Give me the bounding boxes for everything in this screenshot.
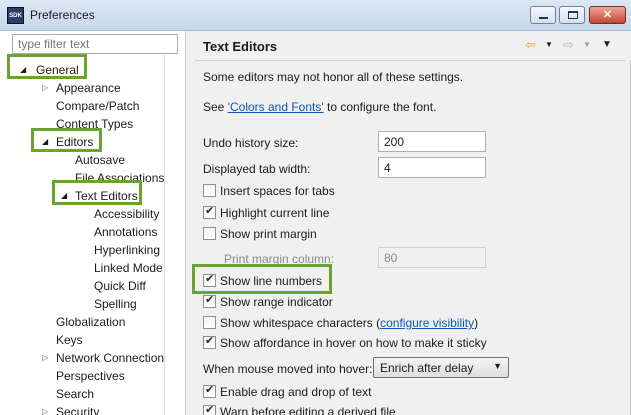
collapsed-triangle-icon: ▷ [42,353,49,362]
print-margin-label: Show print margin [220,227,317,241]
page-title: Text Editors [203,39,278,54]
undo-history-input[interactable]: 200 [378,131,486,152]
tree-item-annotations[interactable]: Annotations [94,223,157,241]
tab-width-label: Displayed tab width: [203,162,311,176]
derived-file-label: Warn before editing a derived file [220,405,396,415]
hover-mode-value: Enrich after delay [380,361,474,375]
tree-item-appearance[interactable]: ▷ Appearance [42,79,121,97]
tree-item-label: Hyperlinking [94,243,161,257]
tree-item-hyperlinking[interactable]: Hyperlinking [94,241,160,259]
tree-item-globalization[interactable]: Globalization [56,313,125,331]
hover-mode-select[interactable]: Enrich after delay ▼ [373,357,509,378]
maximize-icon [568,11,578,19]
title-bar: SDK Preferences ✕ [0,0,631,31]
tree-item-quick-diff[interactable]: Quick Diff [94,277,146,295]
tree-item-label: Keys [56,333,83,347]
tree-item-label: Appearance [56,81,121,95]
whitespace-checkbox[interactable] [203,316,216,329]
page-header: Text Editors ⇦ ▼ ⇨ ▼ ▼ [187,31,631,61]
whitespace-row: Show whitespace characters (configure vi… [220,316,478,330]
forward-menu-chevron-icon[interactable]: ▼ [583,40,591,49]
print-margin-checkbox[interactable] [203,227,216,240]
tree-item-perspectives[interactable]: Perspectives [56,367,125,385]
tree-item-autosave[interactable]: Autosave [75,151,125,169]
drag-drop-label: Enable drag and drop of text [220,385,372,399]
tree-item-security[interactable]: ▷ Security [42,403,99,415]
tree-item-label: Search [56,387,95,401]
insert-spaces-label: Insert spaces for tabs [220,184,335,198]
hover-affordance-checkbox[interactable] [203,334,216,349]
tree-item-spelling[interactable]: Spelling [94,295,137,313]
header-divider [195,60,625,61]
tree-item-network-connections[interactable]: ▷ Network Connections [42,349,164,367]
tree-item-label: Quick Diff [94,279,146,293]
hover-affordance-label: Show affordance in hover on how to make … [220,336,487,350]
tree-scroll-divider [164,55,165,415]
view-menu-icon[interactable]: ▼ [602,39,612,50]
minimize-button[interactable] [530,6,556,24]
sdk-app-icon: SDK [7,7,24,24]
close-icon: ✕ [602,9,613,21]
tree-item-compare-patch[interactable]: Compare/Patch [56,97,139,115]
close-button[interactable]: ✕ [589,6,626,24]
paren-close: ) [474,316,479,330]
window-title: Preferences [30,8,95,22]
configure-visibility-link[interactable]: configure visibility [380,316,474,330]
whitespace-label: Show whitespace characters [220,316,373,330]
tree-item-label: Globalization [56,315,126,329]
highlight-line-checkbox[interactable] [203,204,216,219]
tree-item-label: Annotations [94,225,158,239]
back-arrow-icon[interactable]: ⇦ [525,37,536,53]
undo-history-label: Undo history size: [203,136,299,150]
highlight-text-editors [52,180,142,205]
tree-item-linked-mode[interactable]: Linked Mode [94,259,163,277]
see-suffix: to configure the font. [323,100,437,114]
tree-item-label: Linked Mode [94,261,163,275]
drag-drop-checkbox[interactable] [203,383,216,398]
chevron-down-icon: ▼ [493,361,502,371]
tree-item-label: Accessibility [94,207,160,221]
editors-note: Some editors may not honor all of these … [203,70,464,84]
range-indicator-checkbox[interactable] [203,293,216,308]
tree-item-accessibility[interactable]: Accessibility [94,205,159,223]
forward-arrow-icon[interactable]: ⇨ [563,37,574,53]
text-editors-page: Text Editors ⇦ ▼ ⇨ ▼ ▼ Some editors may … [187,31,631,415]
filter-input[interactable] [12,34,178,54]
collapsed-triangle-icon: ▷ [42,83,49,92]
hover-mode-label: When mouse moved into hover: [203,362,373,376]
derived-file-checkbox[interactable] [203,403,216,415]
preference-tree-pane: ◢ General ▷ Appearance Compare/Patch Con… [0,31,186,415]
tree-item-label: Security [56,405,100,415]
collapsed-triangle-icon: ▷ [42,407,49,415]
back-menu-chevron-icon[interactable]: ▼ [545,40,553,49]
tree-item-search[interactable]: Search [56,385,94,403]
colors-and-fonts-link[interactable]: 'Colors and Fonts' [228,100,324,114]
tree-item-label: Autosave [75,153,126,167]
print-margin-column-input[interactable]: 80 [378,247,486,268]
highlight-general [7,54,87,79]
colors-fonts-sentence: See 'Colors and Fonts' to configure the … [203,100,436,114]
highlight-show-line-numbers [192,264,332,294]
tree-item-label: Perspectives [56,369,125,383]
minimize-icon [539,17,548,19]
insert-spaces-checkbox[interactable] [203,184,216,197]
tree-item-label: Compare/Patch [56,99,140,113]
tree-item-keys[interactable]: Keys [56,331,83,349]
range-indicator-label: Show range indicator [220,295,333,309]
tree-item-label: Network Connections [56,351,164,365]
tab-width-input[interactable]: 4 [378,157,486,178]
highlight-editors [31,128,102,152]
see-prefix: See [203,100,228,114]
tree-item-label: Spelling [94,297,137,311]
maximize-button[interactable] [559,6,585,24]
highlight-line-label: Highlight current line [220,206,330,220]
